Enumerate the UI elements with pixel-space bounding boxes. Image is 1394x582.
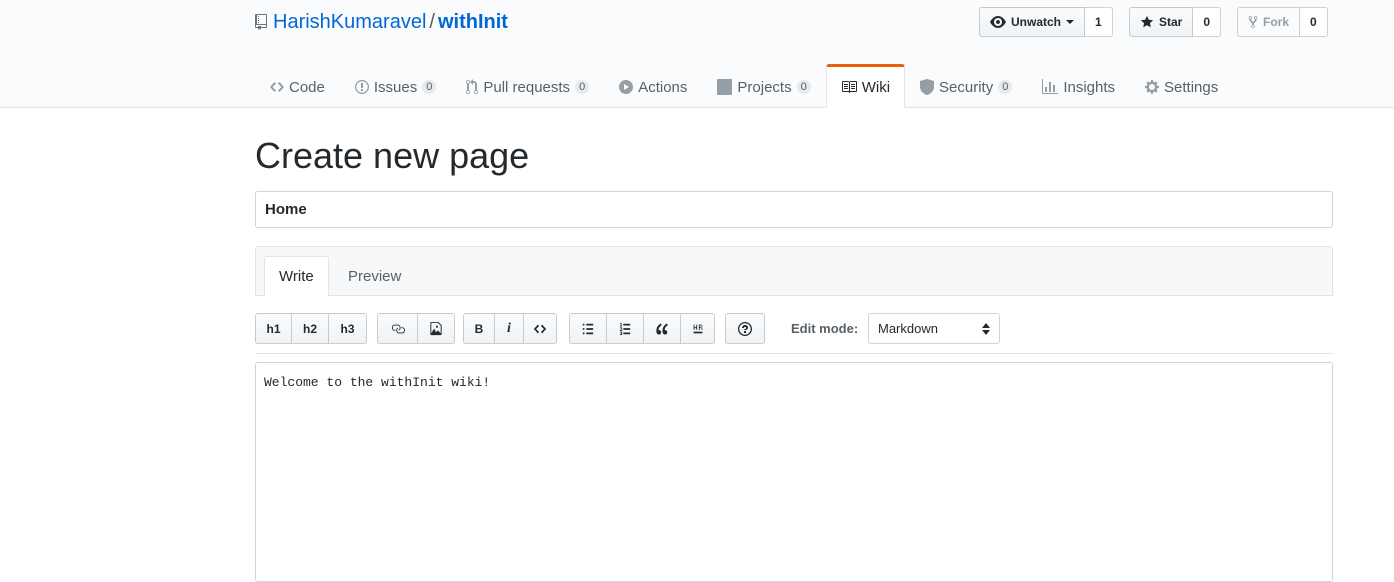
book-icon bbox=[841, 81, 857, 93]
h3-button[interactable]: h3 bbox=[328, 313, 367, 344]
nav-tab-actions[interactable]: Actions bbox=[604, 64, 702, 108]
bold-button[interactable]: B bbox=[463, 313, 495, 344]
gear-icon bbox=[1145, 80, 1160, 94]
star-group: Star 0 bbox=[1129, 7, 1222, 37]
repo-separator: / bbox=[429, 11, 435, 33]
nav-tab-insights[interactable]: Insights bbox=[1027, 64, 1130, 108]
repo-owner-link[interactable]: HarishKumaravel bbox=[273, 11, 426, 33]
quote-icon bbox=[655, 322, 668, 335]
tab-preview[interactable]: Preview bbox=[334, 256, 415, 296]
ordered-list-button[interactable] bbox=[606, 313, 644, 344]
issues-counter: 0 bbox=[422, 80, 437, 94]
shield-icon bbox=[920, 79, 935, 95]
security-counter: 0 bbox=[998, 80, 1013, 94]
nav-tab-code[interactable]: Code bbox=[255, 64, 340, 108]
issue-icon bbox=[354, 80, 369, 94]
insert-link-button[interactable] bbox=[377, 313, 418, 344]
chevron-down-icon bbox=[1066, 20, 1075, 24]
repo-icon bbox=[255, 14, 267, 30]
pull-request-icon bbox=[466, 79, 479, 95]
quote-button[interactable] bbox=[643, 313, 681, 344]
repo-nav: Code Issues 0 Pull requests 0 Actions Pr… bbox=[255, 64, 1233, 108]
nav-label: Actions bbox=[638, 78, 688, 96]
h2-button[interactable]: h2 bbox=[291, 313, 329, 344]
pull-requests-counter: 0 bbox=[575, 80, 590, 94]
wiki-body-editor[interactable]: Welcome to the withInit wiki! bbox=[255, 362, 1333, 582]
list-ordered-icon bbox=[619, 322, 631, 335]
question-icon bbox=[738, 321, 752, 336]
editor-tabs: Write Preview bbox=[255, 246, 1333, 297]
star-button[interactable]: Star bbox=[1129, 7, 1194, 37]
page-title: Create new page bbox=[255, 135, 530, 176]
list-unordered-icon bbox=[582, 323, 594, 334]
repo-title: HarishKumaravel / withInit bbox=[255, 9, 508, 35]
fork-label: Fork bbox=[1263, 15, 1290, 29]
heading-buttons: h1 h2 h3 bbox=[255, 313, 367, 344]
image-icon bbox=[430, 321, 442, 336]
toolbar-divider bbox=[255, 353, 1333, 354]
nav-tab-pull-requests[interactable]: Pull requests 0 bbox=[451, 64, 604, 108]
nav-label: Issues bbox=[373, 78, 418, 96]
nav-label: Projects bbox=[737, 78, 792, 96]
page-title-input[interactable] bbox=[255, 191, 1333, 228]
tab-write[interactable]: Write bbox=[264, 256, 329, 297]
nav-tab-issues[interactable]: Issues 0 bbox=[340, 64, 451, 108]
horizontal-rule-icon bbox=[693, 324, 702, 333]
nav-tab-projects[interactable]: Projects 0 bbox=[702, 64, 825, 108]
repo-name-link[interactable]: withInit bbox=[438, 11, 508, 33]
nav-tab-wiki[interactable]: Wiki bbox=[825, 64, 906, 108]
fork-group: Fork 0 bbox=[1237, 7, 1328, 37]
nav-tab-security[interactable]: Security 0 bbox=[905, 64, 1027, 108]
repo-header: HarishKumaravel / withInit Unwatch 1 Star … bbox=[0, 0, 1394, 108]
star-icon bbox=[1140, 15, 1154, 28]
code-icon bbox=[533, 324, 547, 333]
nav-label: Insights bbox=[1063, 78, 1116, 96]
select-arrows-icon bbox=[982, 323, 990, 335]
edit-mode-value: Markdown bbox=[878, 321, 938, 336]
nav-label: Code bbox=[289, 78, 325, 96]
project-icon bbox=[717, 79, 733, 95]
graph-icon bbox=[1042, 79, 1059, 94]
watch-group: Unwatch 1 bbox=[979, 7, 1113, 37]
insert-buttons bbox=[377, 313, 455, 344]
horizontal-rule-button[interactable] bbox=[680, 313, 715, 344]
code-icon bbox=[270, 82, 284, 92]
nav-label: Wiki bbox=[861, 78, 891, 96]
markdown-toolbar: h1 h2 h3 B i Edit mode: Markdown bbox=[255, 313, 1333, 344]
star-label: Star bbox=[1159, 15, 1183, 29]
edit-mode-label: Edit mode: bbox=[791, 321, 859, 336]
italic-button[interactable]: i bbox=[494, 313, 524, 344]
eye-icon bbox=[990, 16, 1006, 28]
markdown-help-button[interactable] bbox=[725, 313, 765, 344]
nav-label: Pull requests bbox=[483, 78, 571, 96]
nav-label: Settings bbox=[1164, 78, 1219, 96]
forks-count[interactable]: 0 bbox=[1300, 7, 1328, 37]
watchers-count[interactable]: 1 bbox=[1085, 7, 1113, 37]
play-icon bbox=[619, 80, 634, 94]
h1-button[interactable]: h1 bbox=[255, 313, 292, 344]
insert-image-button[interactable] bbox=[417, 313, 455, 344]
edit-mode-select[interactable]: Markdown bbox=[868, 313, 1000, 344]
unordered-list-button[interactable] bbox=[569, 313, 607, 344]
link-icon bbox=[391, 324, 405, 333]
fork-icon bbox=[1248, 15, 1258, 29]
nav-label: Security bbox=[939, 78, 994, 96]
unwatch-label: Unwatch bbox=[1011, 15, 1062, 29]
code-button[interactable] bbox=[523, 313, 557, 344]
block-buttons bbox=[569, 313, 715, 344]
nav-tab-settings[interactable]: Settings bbox=[1130, 64, 1233, 108]
unwatch-button[interactable]: Unwatch bbox=[979, 7, 1086, 37]
fork-button[interactable]: Fork bbox=[1237, 7, 1301, 37]
help-buttons bbox=[725, 313, 765, 344]
format-buttons: B i bbox=[463, 313, 557, 344]
projects-counter: 0 bbox=[796, 80, 811, 94]
stargazers-count[interactable]: 0 bbox=[1193, 7, 1222, 37]
